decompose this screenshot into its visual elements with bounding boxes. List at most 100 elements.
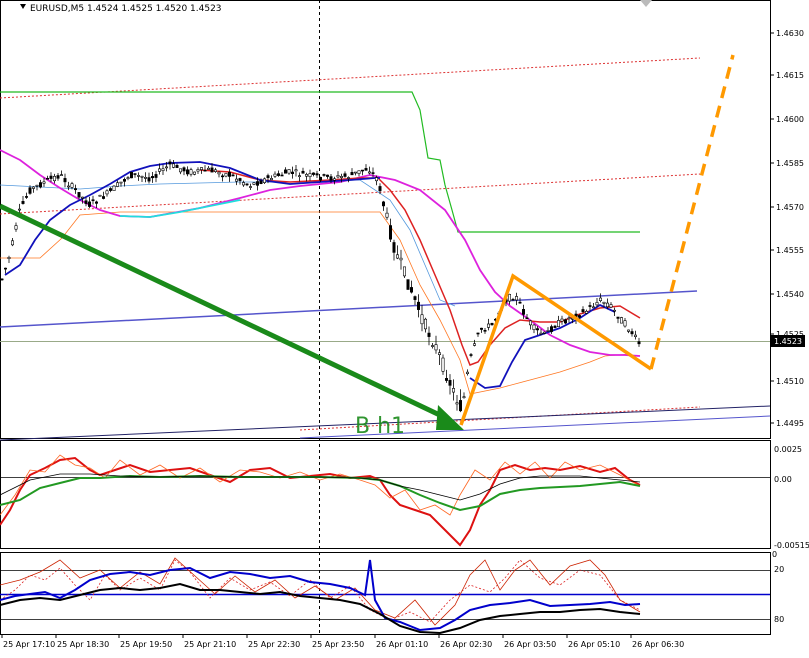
candle-body <box>578 315 580 317</box>
candle-body <box>624 321 626 326</box>
time-label: 26 Apr 03:50 <box>504 640 556 649</box>
candle-body <box>631 332 633 334</box>
candle-body <box>249 187 251 188</box>
candle-body <box>407 280 409 290</box>
oscillator-2-frame[interactable] <box>1 553 771 635</box>
candle-body <box>298 176 300 177</box>
time-label: 25 Apr 19:50 <box>120 640 172 649</box>
candle-body <box>263 179 265 183</box>
candle-body <box>22 201 24 203</box>
candle-body <box>333 179 335 181</box>
time-label: 25 Apr 22:30 <box>248 640 300 649</box>
candle-body <box>508 294 510 301</box>
candle-body <box>386 213 388 217</box>
candle-body <box>477 333 479 334</box>
candle-body <box>183 168 185 171</box>
candle-body <box>193 172 195 174</box>
time-label: 25 Apr 18:30 <box>57 640 109 649</box>
candle-body <box>211 168 213 172</box>
candle-body <box>137 175 139 176</box>
time-label: 26 Apr 06:30 <box>632 640 684 649</box>
chart-window[interactable]: EURUSD,M5 1.4524 1.4525 1.4520 1.4523 1.… <box>0 0 809 654</box>
candle-body <box>71 184 73 188</box>
candle-body <box>323 174 325 175</box>
candle-body <box>484 330 486 331</box>
candle-body <box>536 329 538 330</box>
price-label: 1.4510 <box>776 377 804 386</box>
candle-body <box>218 172 220 174</box>
candle-body <box>253 183 255 185</box>
time-tick-8: 26 Apr 02:30 <box>439 634 492 649</box>
candle-body <box>225 173 227 176</box>
candle-body <box>32 187 34 189</box>
candle-body <box>172 164 174 168</box>
candle-body <box>1 279 3 280</box>
candle-body <box>256 182 258 186</box>
candle-body <box>466 372 468 374</box>
candle-body <box>620 318 622 324</box>
candle-body <box>39 183 41 188</box>
candle-body <box>372 173 374 174</box>
time-tick-10: 26 Apr 05:10 <box>567 634 620 649</box>
candle-body <box>274 174 276 176</box>
candle-body <box>487 324 489 327</box>
candle-body <box>463 397 465 398</box>
osc2-scale-20: 20 <box>774 565 784 574</box>
candle-body <box>529 321 531 325</box>
candle-body <box>582 309 584 311</box>
candle-body <box>267 176 269 178</box>
time-tick-5: 25 Apr 22:30 <box>247 634 300 649</box>
candle-body <box>155 174 157 177</box>
candle-body <box>330 177 332 181</box>
osc1-scale-top: 0.0025 <box>774 445 802 454</box>
candle-body <box>36 185 38 186</box>
candle-body <box>554 326 556 328</box>
candle-body <box>470 355 472 356</box>
candle-body <box>228 172 230 176</box>
candle-body <box>354 172 356 173</box>
candle-body <box>141 176 143 177</box>
candle-body <box>445 378 447 380</box>
time-tick-3: 25 Apr 19:50 <box>119 634 172 649</box>
price-tick-4: 1.4585 <box>770 159 804 168</box>
time-tick-11: 26 Apr 06:30 <box>631 634 684 649</box>
candle-body <box>382 202 384 206</box>
price-tick-5: 1.4570 <box>770 203 804 212</box>
candle-body <box>127 178 129 179</box>
candle-body <box>561 319 563 321</box>
candle-body <box>232 175 234 176</box>
symbol-info-text: EURUSD,M5 1.4524 1.4525 1.4520 1.4523 <box>30 4 222 14</box>
price-axis: 1.4630 1.4615 1.4600 1.4585 1.4570 1.455… <box>770 0 804 438</box>
candle-body <box>410 287 412 292</box>
candle-body <box>344 174 346 177</box>
candle-body <box>8 257 10 258</box>
price-label: 1.4600 <box>776 115 804 124</box>
candle-body <box>540 333 542 334</box>
candle-body <box>480 328 482 329</box>
candle-body <box>550 327 552 332</box>
candle-body <box>319 177 321 180</box>
candle-body <box>351 172 353 174</box>
time-tick-4: 25 Apr 21:10 <box>183 634 236 649</box>
candle-body <box>361 170 363 171</box>
candle-body <box>25 196 27 197</box>
candle-body <box>302 171 304 173</box>
price-label: 1.4630 <box>776 29 804 38</box>
annotation-label: B h1 <box>355 414 405 439</box>
candle-body <box>613 310 615 311</box>
candle-body <box>235 179 237 181</box>
osc1-scale-bottom: -0.00515 <box>774 541 809 550</box>
candle-body <box>347 178 349 179</box>
oscillator-1-axis: 0.0025 0.00 -0.00515 <box>771 440 809 550</box>
time-tick-9: 26 Apr 03:50 <box>503 634 556 649</box>
price-tick-10: 1.4495 <box>770 419 804 428</box>
candle-body <box>158 169 160 172</box>
time-label: 26 Apr 05:10 <box>568 640 620 649</box>
price-label: 1.4570 <box>776 203 804 212</box>
time-label: 25 Apr 21:10 <box>184 640 236 649</box>
price-tick-1: 1.4630 <box>770 29 804 38</box>
candle-body <box>599 298 601 301</box>
candle-body <box>627 330 629 331</box>
candle-body <box>15 226 17 230</box>
osc2-scale-80: 80 <box>774 615 784 624</box>
